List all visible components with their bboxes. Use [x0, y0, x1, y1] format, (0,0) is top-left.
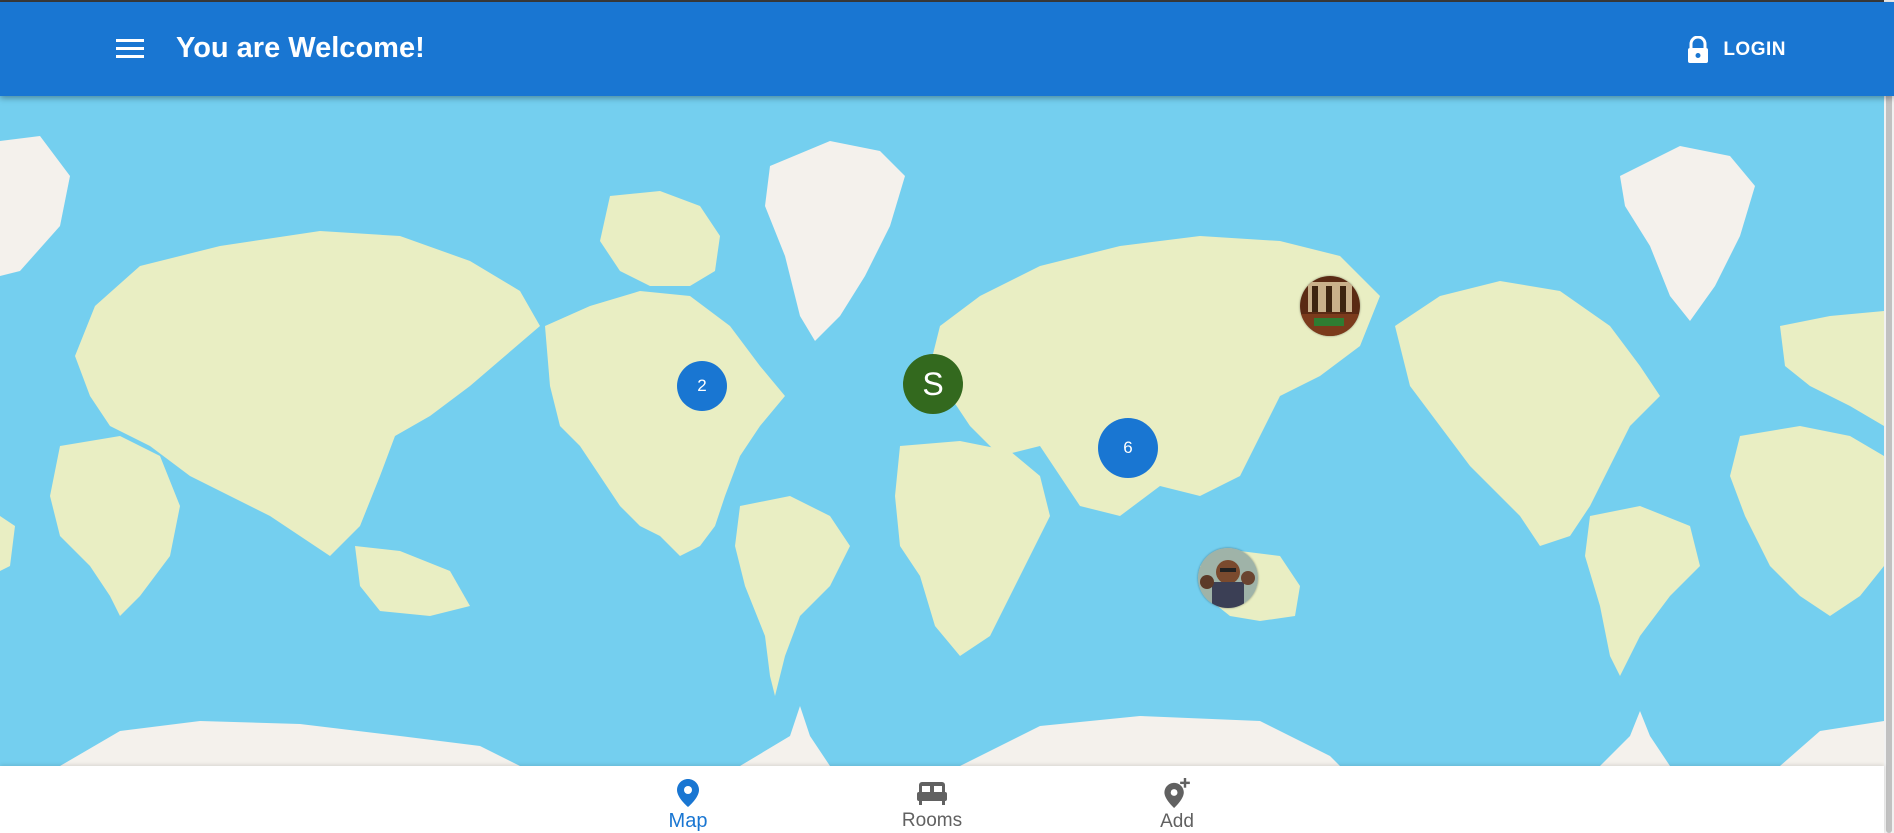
nav-label-rooms: Rooms: [901, 810, 963, 831]
room-photo-marker[interactable]: [1300, 276, 1360, 336]
people-photo-marker[interactable]: [1198, 548, 1258, 608]
nav-item-map[interactable]: Map: [618, 766, 758, 833]
add-location-icon: [1164, 778, 1190, 809]
nav-label-map: Map: [668, 810, 708, 832]
marker-cluster[interactable]: 2: [677, 361, 727, 411]
bed-icon: [917, 782, 947, 805]
login-button[interactable]: LOGIN: [1687, 30, 1786, 70]
page-title: You are Welcome!: [176, 32, 425, 64]
avatar-letter: S: [922, 365, 944, 402]
user-avatar-marker[interactable]: S: [903, 354, 963, 414]
nav-item-rooms[interactable]: Rooms: [862, 766, 1002, 833]
map-pin-icon: [677, 779, 699, 807]
people-photo: [1198, 548, 1258, 608]
room-photo: [1300, 276, 1360, 336]
marker-cluster[interactable]: 6: [1098, 418, 1158, 478]
app-bar: You are Welcome! LOGIN: [0, 2, 1894, 96]
bottom-navigation: Map Rooms Add: [0, 766, 1884, 833]
hamburger-menu-icon[interactable]: [108, 26, 152, 70]
nav-item-add[interactable]: Add: [1107, 766, 1247, 833]
cluster-count: 6: [1123, 438, 1133, 457]
cluster-count: 2: [697, 376, 707, 395]
nav-label-add: Add: [1160, 811, 1194, 832]
login-label: LOGIN: [1723, 39, 1786, 60]
map-tiles: [0, 96, 1884, 766]
world-map[interactable]: 2 S 6: [0, 96, 1884, 766]
lock-icon: [1688, 36, 1709, 63]
scrollbar-thumb[interactable]: [1886, 20, 1892, 833]
